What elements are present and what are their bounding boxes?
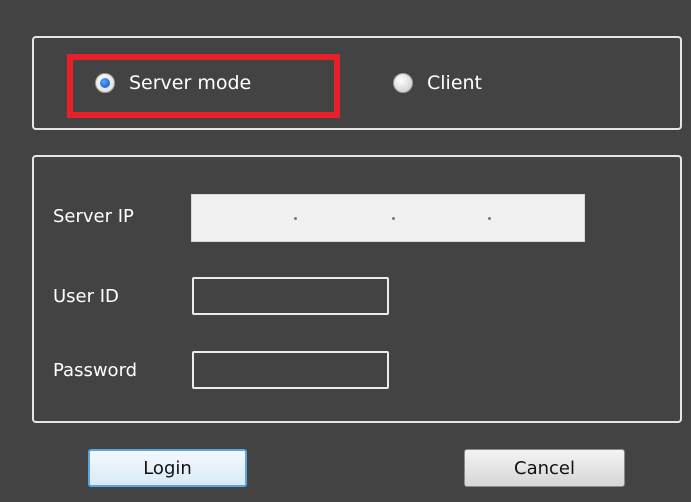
user-id-label: User ID <box>53 286 119 307</box>
password-label: Password <box>53 360 138 381</box>
ip-separator-dot <box>294 217 297 220</box>
password-input[interactable] <box>192 351 389 389</box>
ip-separator-dot <box>488 217 491 220</box>
server-ip-field[interactable] <box>191 194 585 242</box>
server-mode-radio[interactable]: Server mode <box>95 72 251 94</box>
server-mode-label: Server mode <box>129 72 252 94</box>
client-mode-radio[interactable]: Client <box>393 72 482 94</box>
server-ip-label: Server IP <box>53 206 134 227</box>
login-button[interactable]: Login <box>88 449 247 487</box>
cancel-button[interactable]: Cancel <box>464 449 625 487</box>
user-id-input[interactable] <box>192 277 389 315</box>
radio-unchecked-icon <box>393 73 413 93</box>
ip-separator-dot <box>392 217 395 220</box>
radio-checked-icon <box>95 73 115 93</box>
client-mode-label: Client <box>427 72 483 94</box>
